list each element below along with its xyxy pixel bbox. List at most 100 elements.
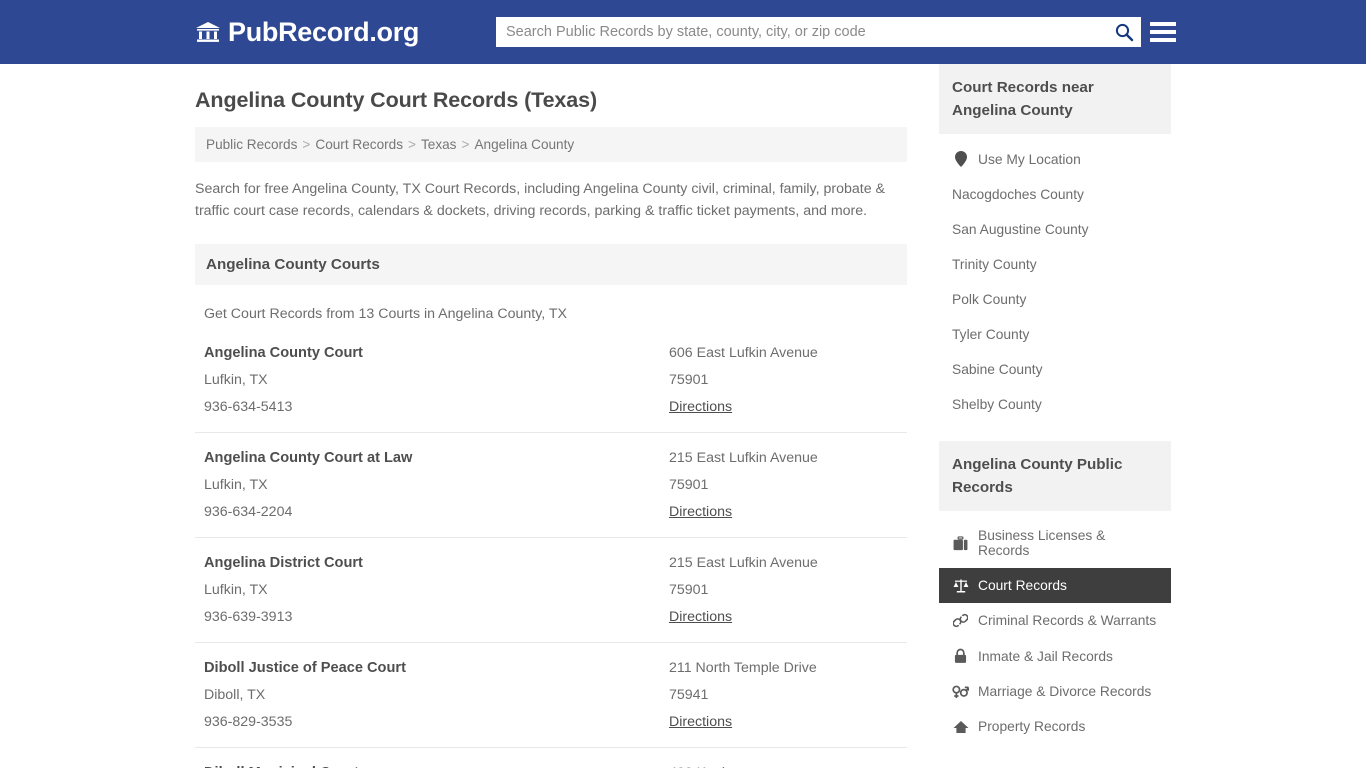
hamburger-bar [1150,38,1176,42]
court-row: Angelina District Court Lufkin, TX 936-639… [195,555,907,643]
site-logo[interactable]: PubRecord.org [195,16,420,47]
court-phone[interactable]: 936-639-3913 [204,609,669,625]
court-phone[interactable]: 936-634-5413 [204,399,669,415]
court-address: 215 East Lufkin Avenue [669,450,818,466]
court-city-state: Lufkin, TX [204,372,268,388]
sidebar-item-label: Court Records [978,578,1067,593]
sidebar-item-label: Business Licenses & Records [978,528,1106,558]
sidebar-nearby-shelby-county[interactable]: Shelby County [939,387,1171,422]
sidebar-nearby-san-augustine-county[interactable]: San Augustine County [939,212,1171,247]
page-description: Search for free Angelina County, TX Cour… [195,181,886,219]
sidebar-nearby-trinity-county[interactable]: Trinity County [939,247,1171,282]
court-name-link[interactable]: Angelina District Court [204,555,669,571]
sidebar-item-label: Criminal Records & Warrants [978,613,1157,628]
court-city-state: Lufkin, TX [204,477,268,493]
sidebar-nearby-sabine-county[interactable]: Sabine County [939,352,1171,387]
court-location: 215 East Lufkin Avenue 75901 Directions [669,450,907,520]
sidebar-record-business-licenses-records[interactable]: Business Licenses & Records [939,518,1171,568]
court-zip: 75901 [669,477,709,493]
sidebar-item-label: Shelby County [952,397,1042,412]
handcuffs-icon [952,613,969,628]
court-location: 211 North Temple Drive 75941 Directions [669,660,907,730]
page-title: Angelina County Court Records (Texas) [195,88,598,112]
court-info: Angelina County Court at Law Lufkin, TX 93… [204,450,669,520]
venus-mars-icon [952,684,969,699]
court-info: Angelina District Court Lufkin, TX 936-639… [204,555,669,625]
breadcrumb-item-texas[interactable]: Texas [421,137,457,152]
sidebar-record-marriage-divorce-records[interactable]: Marriage & Divorce Records [939,674,1171,709]
court-row: Diboll Justice of Peace Court Diboll, TX 9… [195,660,907,748]
court-row: Angelina County Court Lufkin, TX 936-634-5… [195,345,907,433]
breadcrumb: Public Records > Court Records > Texas > Angel… [195,127,907,162]
sidebar-record-criminal-records-warrants[interactable]: Criminal Records & Warrants [939,603,1171,638]
sidebar-item-label: Inmate & Jail Records [978,648,1113,664]
search-input[interactable] [496,18,1107,46]
sidebar-nearby-polk-county[interactable]: Polk County [939,282,1171,317]
directions-link[interactable]: Directions [669,504,732,520]
search-button[interactable] [1107,18,1141,46]
court-address: 211 North Temple Drive [669,660,817,676]
court-info: Angelina County Court Lufkin, TX 936-634-5… [204,345,669,415]
sidebar-record-inmate-jail-records[interactable]: Inmate & Jail Records [939,638,1171,674]
court-location: 606 East Lufkin Avenue 75901 Directions [669,345,907,415]
breadcrumb-separator: > [302,137,311,152]
hamburger-bar [1150,22,1176,26]
scales-of-justice-icon [952,578,969,593]
sidebar-nearby-tyler-county[interactable]: Tyler County [939,317,1171,352]
court-phone[interactable]: 936-829-3535 [204,714,669,730]
site-logo-text: PubRecord.org [228,16,420,47]
sidebar-item-label: San Augustine County [952,222,1089,237]
directions-link[interactable]: Directions [669,399,732,415]
sidebar-item-label: Trinity County [952,257,1037,272]
sidebar-record-property-records[interactable]: Property Records [939,709,1171,744]
directions-link[interactable]: Directions [669,609,732,625]
sidebar-item-label: Polk County [952,292,1027,307]
sidebar-record-court-records[interactable]: Court Records [939,568,1171,603]
search-icon [1114,22,1134,42]
page-body: Angelina County Court Records (Texas) Pu… [0,64,1366,768]
courts-section-header: Angelina County Courts [195,244,907,285]
court-address: 215 East Lufkin Avenue [669,555,818,571]
site-header: PubRecord.org [0,0,1366,64]
court-zip: 75901 [669,582,709,598]
bank-icon [195,20,221,44]
court-name-link[interactable]: Angelina County Court at Law [204,450,669,466]
breadcrumb-item-public-records[interactable]: Public Records [206,137,297,152]
public-records-header: Angelina County Public Records [939,441,1171,511]
sidebar-nearby-use-my-location[interactable]: Use My Location [939,141,1171,177]
court-zip: 75901 [669,372,709,388]
breadcrumb-separator: > [461,137,470,152]
nearby-county-list: Use My Location Nacogdoches County San Aug… [939,141,1171,422]
court-row: Angelina County Court at Law Lufkin, TX 93… [195,450,907,538]
hamburger-bar [1150,30,1176,34]
breadcrumb-item-court-records[interactable]: Court Records [315,137,403,152]
court-info: Diboll Justice of Peace Court Diboll, TX 9… [204,660,669,730]
court-city-state: Diboll, TX [204,687,266,703]
lock-icon [952,648,969,664]
briefcase-icon [952,535,969,551]
court-zip: 75941 [669,687,709,703]
map-pin-icon [952,151,969,167]
directions-link[interactable]: Directions [669,714,732,730]
search-bar[interactable] [496,17,1141,47]
sidebar-item-label: Tyler County [952,327,1030,342]
sidebar-item-label: Sabine County [952,362,1043,377]
court-name-link[interactable]: Diboll Justice of Peace Court [204,660,669,676]
main-content: Angelina County Court Records (Texas) Pu… [195,64,907,768]
house-icon [952,720,969,734]
court-phone[interactable]: 936-634-2204 [204,504,669,520]
court-address: 606 East Lufkin Avenue [669,345,818,361]
sidebar-nearby-nacogdoches-county[interactable]: Nacogdoches County [939,177,1171,212]
sidebar: Court Records near Angelina County Use M… [939,64,1171,768]
court-location: 215 East Lufkin Avenue 75901 Directions [669,555,907,625]
courts-count-text: Get Court Records from 13 Courts in Ange… [204,306,567,322]
court-city-state: Lufkin, TX [204,582,268,598]
nearby-records-header: Court Records near Angelina County [939,64,1171,134]
sidebar-item-label: Nacogdoches County [952,187,1084,202]
sidebar-item-label: Use My Location [978,151,1081,167]
hamburger-menu-icon[interactable] [1150,19,1176,45]
court-list: Angelina County Court Lufkin, TX 936-634-5… [195,345,907,768]
breadcrumb-item-angelina-county: Angelina County [474,137,575,152]
public-records-list: Business Licenses & Records Court Records… [939,518,1171,744]
court-name-link[interactable]: Angelina County Court [204,345,669,361]
